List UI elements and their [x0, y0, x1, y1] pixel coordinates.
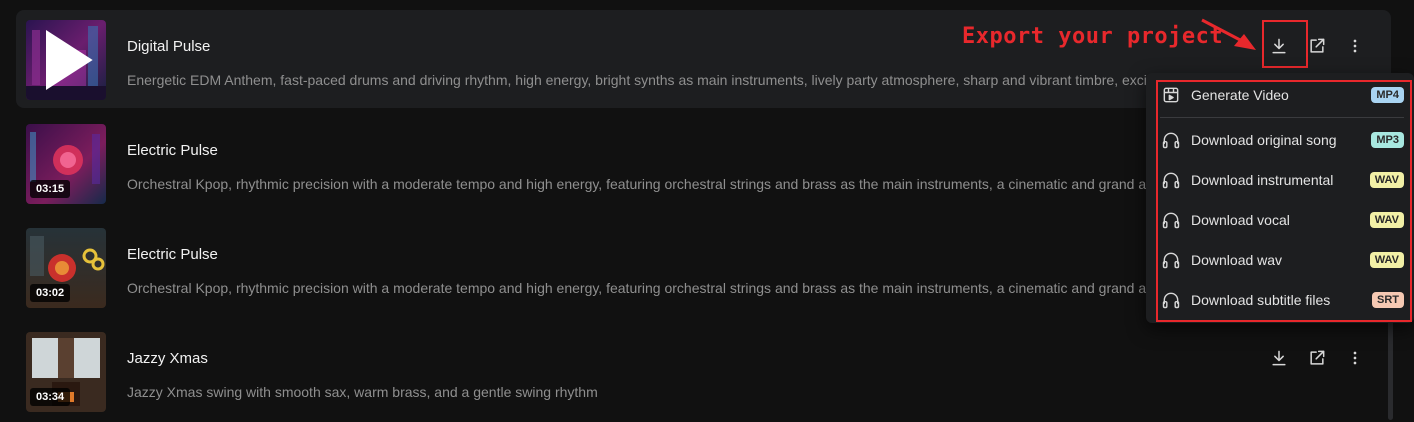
more-options-button[interactable] — [1343, 346, 1367, 370]
track-title[interactable]: Digital Pulse — [127, 38, 210, 55]
annotation-label: Export your project — [962, 24, 1224, 49]
track-duration: 03:02 — [30, 284, 71, 302]
track-description: Orchestral Kpop, rhythmic precision with… — [127, 176, 1147, 192]
play-icon[interactable] — [26, 20, 106, 100]
track-title[interactable]: Electric Pulse — [127, 246, 218, 263]
track-title[interactable]: Jazzy Xmas — [127, 350, 208, 367]
annotation-highlight-box — [1262, 20, 1308, 68]
track-description: Jazzy Xmas swing with smooth sax, warm b… — [127, 384, 598, 400]
annotation-menu-highlight — [1156, 80, 1412, 322]
more-options-button[interactable] — [1343, 34, 1367, 58]
download-button[interactable] — [1267, 346, 1291, 370]
more-vertical-icon — [1353, 39, 1357, 53]
track-cover[interactable]: 03:15 — [26, 124, 106, 204]
track-cover[interactable]: 03:02 — [26, 228, 106, 308]
track-row[interactable]: 03:34 Jazzy Xmas Jazzy Xmas swing with s… — [16, 322, 1391, 420]
share-button[interactable] — [1305, 346, 1329, 370]
external-link-icon — [1310, 38, 1325, 53]
track-duration: 03:15 — [30, 180, 71, 198]
track-description: Orchestral Kpop, rhythmic precision with… — [127, 280, 1147, 296]
track-list-page: Digital Pulse Energetic EDM Anthem, fast… — [0, 0, 1414, 422]
track-cover[interactable] — [26, 20, 106, 100]
track-cover[interactable]: 03:34 — [26, 332, 106, 412]
track-title[interactable]: Electric Pulse — [127, 142, 218, 159]
share-button[interactable] — [1305, 34, 1329, 58]
track-description: Energetic EDM Anthem, fast-paced drums a… — [127, 72, 1147, 88]
more-vertical-icon — [1353, 351, 1357, 365]
external-link-icon — [1310, 350, 1325, 365]
download-icon — [1272, 350, 1286, 366]
annotation-arrow-icon — [1201, 18, 1256, 50]
track-duration: 03:34 — [30, 388, 71, 406]
